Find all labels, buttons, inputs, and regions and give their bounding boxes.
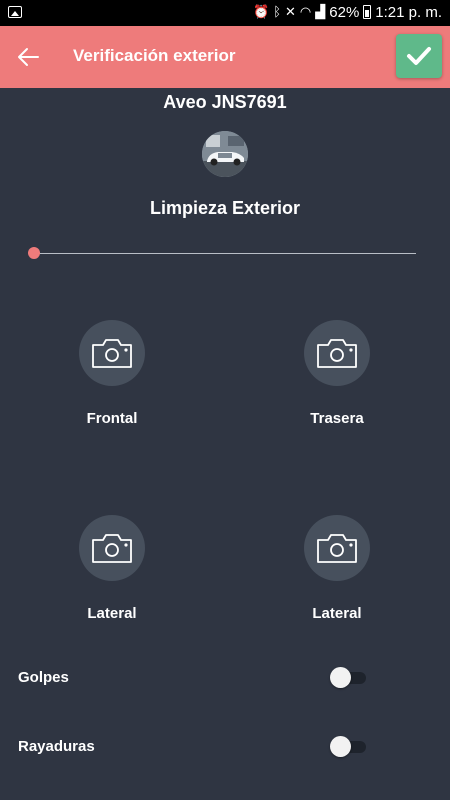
mute-icon: ✕ xyxy=(285,4,296,19)
status-bar: ⏰ ᛒ ✕ ◠ ▟ 62% 1:21 p. m. xyxy=(0,0,450,26)
alarm-icon: ⏰ xyxy=(253,4,270,19)
photo-front-label: Frontal xyxy=(86,410,138,427)
photo-rear[interactable]: Trasera xyxy=(262,320,412,427)
photo-side-left-button[interactable] xyxy=(79,515,145,581)
rayaduras-switch[interactable] xyxy=(330,736,366,757)
golpes-switch[interactable] xyxy=(330,667,366,688)
switch-knob xyxy=(330,736,351,757)
photo-side-left-label: Lateral xyxy=(87,605,137,622)
check-icon xyxy=(407,47,431,65)
vehicle-title: Aveo JNS7691 xyxy=(163,92,287,112)
photo-side-right[interactable]: Lateral xyxy=(262,515,412,622)
battery-icon xyxy=(363,5,372,19)
toggle-row-golpes: Golpes xyxy=(0,662,450,692)
confirm-button[interactable] xyxy=(396,34,442,78)
wifi-icon: ◠ xyxy=(299,4,312,19)
section-title: Limpieza Exterior xyxy=(149,198,301,218)
camera-icon xyxy=(92,534,132,563)
signal-icon: ▟ xyxy=(315,4,326,19)
camera-icon xyxy=(92,339,132,368)
cleanliness-slider[interactable] xyxy=(28,246,416,260)
bluetooth-icon: ᛒ xyxy=(273,4,282,19)
gallery-notification-icon xyxy=(8,6,22,18)
page-title: Verificación exterior xyxy=(73,46,236,65)
slider-track xyxy=(34,253,416,254)
clock: 1:21 p. m. xyxy=(375,3,442,21)
camera-icon xyxy=(317,339,357,368)
rayaduras-label: Rayaduras xyxy=(18,738,95,755)
slider-thumb[interactable] xyxy=(28,247,40,259)
status-icons: ⏰ ᛒ ✕ ◠ ▟ 62% 1:21 p. m. xyxy=(253,3,442,21)
battery-percent: 62% xyxy=(329,3,360,21)
photo-rear-label: Trasera xyxy=(310,410,364,427)
photo-front[interactable]: Frontal xyxy=(37,320,187,427)
app-bar: Verificación exterior xyxy=(0,26,450,88)
back-arrow-icon[interactable] xyxy=(14,43,42,71)
camera-icon xyxy=(317,534,357,563)
car-photo-icon xyxy=(202,131,248,177)
vehicle-avatar[interactable] xyxy=(202,131,248,177)
photo-front-button[interactable] xyxy=(79,320,145,386)
photo-side-right-label: Lateral xyxy=(312,605,362,622)
toggle-row-rayaduras: Rayaduras xyxy=(0,731,450,761)
photo-rear-button[interactable] xyxy=(304,320,370,386)
photo-side-left[interactable]: Lateral xyxy=(37,515,187,622)
golpes-label: Golpes xyxy=(18,669,69,686)
photo-side-right-button[interactable] xyxy=(304,515,370,581)
switch-knob xyxy=(330,667,351,688)
